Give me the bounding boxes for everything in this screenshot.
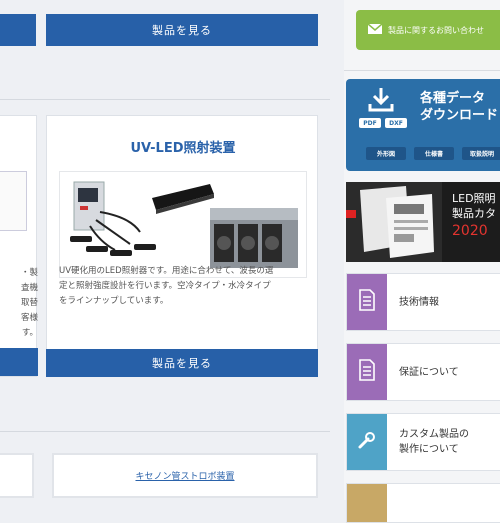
catalog-book-image: [346, 182, 442, 262]
chip-outline-drawing: 外形図: [366, 147, 406, 160]
xenon-strobe-link[interactable]: キセノン管ストロボ装置: [52, 453, 318, 498]
sidebar-item-custom[interactable]: カスタム製品の 製作について: [346, 413, 500, 471]
mail-icon: [367, 23, 383, 36]
product-card-left: ・製 査機 取替 客様 す。: [0, 115, 38, 377]
file-tag-pdf: PDF: [359, 118, 381, 128]
side-icon-bg: [347, 344, 387, 400]
sidebar-item-label: 保証について: [399, 366, 459, 378]
sidebar-item-label: 技術情報: [399, 296, 439, 308]
sidebar-item-tech-info[interactable]: 技術情報: [346, 273, 500, 331]
download-icon: [366, 85, 396, 119]
product-image-left: [0, 171, 27, 231]
document-icon: [358, 359, 376, 385]
contact-label: 製品に関するお問い合わせ: [388, 25, 484, 35]
side-icon-bg: [347, 484, 387, 522]
section-divider-bottom: [0, 431, 330, 432]
chip-manual: 取扱説明: [462, 147, 500, 160]
download-title: 各種データ ダウンロード: [420, 91, 499, 123]
section-divider: [0, 99, 330, 100]
sidebar-divider: [344, 70, 500, 71]
link-box-left[interactable]: [0, 453, 34, 498]
wrench-icon: [357, 430, 377, 454]
download-panel[interactable]: PDF DXF 各種データ ダウンロード 外形図 仕様書 取扱説明: [346, 79, 500, 171]
side-icon-bg: [347, 274, 387, 330]
product-button-top-center[interactable]: 製品を見る: [46, 14, 318, 46]
catalog-text: LED照明 製品カタ 2020: [452, 192, 496, 239]
product-title: UV-LED照射装置: [130, 141, 236, 156]
contact-button[interactable]: 製品に関するお問い合わせ: [356, 10, 500, 50]
product-card-uv-led: UV-LED照射装置 UV硬化用のLED照射器です。用途に合わせて、波長の選 定…: [46, 115, 318, 377]
file-tag-dxf: DXF: [385, 118, 407, 128]
product-description: UV硬化用のLED照射器です。用途に合わせて、波長の選 定と照射強度設計を行いま…: [59, 266, 274, 306]
sidebar-item-label: カスタム製品の 製作について: [399, 429, 469, 455]
xenon-strobe-link-label[interactable]: キセノン管ストロボ装置: [135, 469, 234, 482]
sidebar-item-warranty[interactable]: 保証について: [346, 343, 500, 401]
sidebar-item-more[interactable]: [346, 483, 500, 523]
product-desc-left: ・製 査機 取替 客様 す。: [20, 268, 38, 338]
catalog-banner[interactable]: LED照明 製品カタ 2020: [346, 182, 500, 262]
product-image: [59, 171, 307, 278]
product-button-left[interactable]: [0, 348, 38, 376]
view-products-button[interactable]: 製品を見る: [46, 349, 318, 377]
document-icon: [358, 289, 376, 315]
product-button-top-left[interactable]: [0, 14, 36, 46]
chip-spec-sheet: 仕様書: [414, 147, 454, 160]
side-icon-bg: [347, 414, 387, 470]
